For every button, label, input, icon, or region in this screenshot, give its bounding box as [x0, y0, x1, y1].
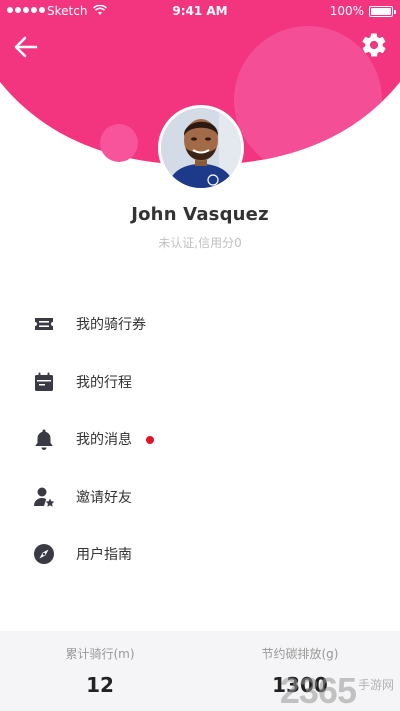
- menu-item-invite-friends[interactable]: 邀请好友: [0, 467, 400, 525]
- menu-item-label: 我的骑行券: [76, 317, 146, 333]
- menu-item-my-trips[interactable]: 我的行程: [0, 352, 400, 410]
- compass-icon: [34, 544, 54, 564]
- menu-item-ride-coupons[interactable]: 我的骑行券: [0, 294, 400, 352]
- unread-badge: [146, 436, 154, 444]
- menu-item-user-guide[interactable]: 用户指南: [0, 524, 400, 582]
- stat-total-distance: 累计骑行(m) 12: [0, 631, 200, 711]
- battery-percentage: 100%: [329, 4, 364, 18]
- user-name: John Vasquez: [131, 204, 269, 225]
- arrow-left-icon: [14, 36, 38, 58]
- stat-value: 12: [86, 673, 114, 697]
- battery-icon: [369, 6, 396, 17]
- menu-item-label: 用户指南: [76, 547, 132, 563]
- menu-item-label: 我的消息: [76, 432, 132, 448]
- ticket-icon: [35, 318, 53, 330]
- menu-item-messages[interactable]: 我的消息: [0, 409, 400, 467]
- settings-button[interactable]: [360, 31, 388, 59]
- bell-icon: [35, 429, 53, 450]
- ride-stats-bar: 累计骑行(m) 12 节约碳排放(g) 1300 2365 手游网: [0, 631, 400, 711]
- site-watermark: 2365 手游网: [280, 669, 394, 709]
- watermark-number: 2365: [279, 670, 357, 711]
- credit-status: 未认证,信用分0: [158, 236, 242, 250]
- menu-item-label: 邀请好友: [76, 489, 132, 506]
- gear-icon: [362, 33, 386, 57]
- menu-item-label: 我的行程: [76, 374, 132, 391]
- profile-menu: 我的骑行券 我的行程 我的消息 邀请好友 用户指南: [0, 294, 400, 582]
- watermark-text: 手游网: [357, 678, 394, 692]
- status-bar: Sketch 9:41 AM 100%: [0, 0, 400, 22]
- back-button[interactable]: [12, 33, 40, 61]
- avatar[interactable]: [158, 105, 244, 191]
- stat-label: 节约碳排放(g): [261, 647, 339, 661]
- user-star-icon: [34, 487, 55, 507]
- stat-label: 累计骑行(m): [65, 647, 135, 661]
- calendar-icon: [35, 372, 53, 391]
- avatar-photo: [161, 108, 241, 188]
